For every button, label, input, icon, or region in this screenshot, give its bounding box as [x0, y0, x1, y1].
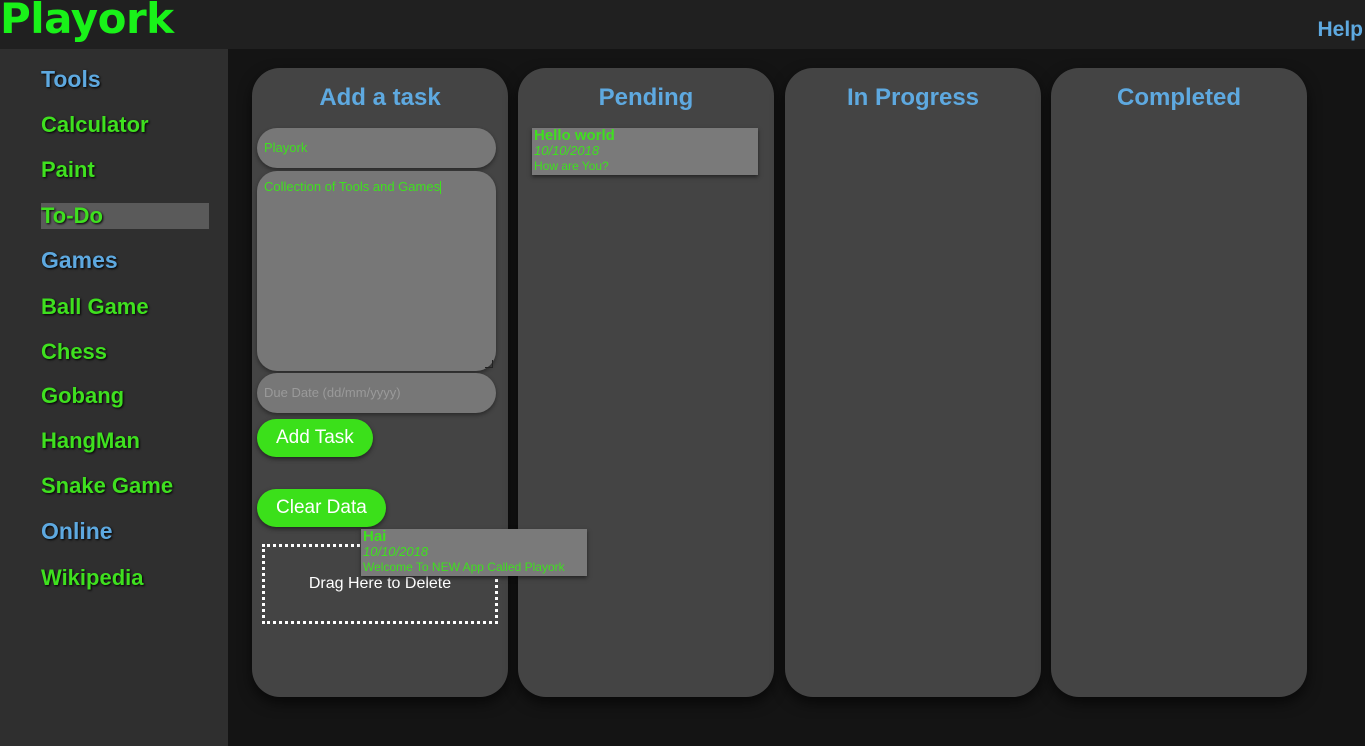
completed-column[interactable]: Completed	[1051, 68, 1307, 697]
app-logo[interactable]: Playork	[0, 0, 174, 43]
add-task-column: Add a task Playork Collection of Tools a…	[252, 68, 508, 697]
add-task-title: Add a task	[319, 84, 441, 111]
sidebar-item-snake-game[interactable]: Snake Game	[41, 473, 173, 499]
task-description-text: Collection of Tools and Games	[264, 179, 441, 194]
sidebar-item-wikipedia[interactable]: Wikipedia	[41, 565, 144, 591]
sidebar-section-games[interactable]: Games	[41, 247, 118, 274]
sidebar-item-paint[interactable]: Paint	[41, 157, 95, 183]
sidebar-item-todo[interactable]: To-Do	[41, 203, 209, 229]
in-progress-title: In Progress	[846, 84, 980, 111]
text-caret	[440, 181, 442, 195]
task-description-textarea[interactable]: Collection of Tools and Games	[257, 171, 496, 371]
task-card-description: Welcome To NEW App Called Playork	[363, 560, 565, 574]
sidebar-item-calculator[interactable]: Calculator	[41, 112, 149, 138]
sidebar-item-hangman[interactable]: HangMan	[41, 428, 140, 454]
task-card-title: Hello world	[534, 128, 615, 144]
sidebar-section-tools[interactable]: Tools	[41, 66, 101, 93]
pending-title: Pending	[598, 84, 694, 111]
clear-data-button[interactable]: Clear Data	[257, 489, 386, 527]
task-card-title: Hai	[363, 529, 387, 545]
completed-title: Completed	[1116, 84, 1241, 111]
task-title-input[interactable]: Playork	[257, 128, 496, 168]
sidebar-item-chess[interactable]: Chess	[41, 339, 107, 365]
due-date-input[interactable]: Due Date (dd/mm/yyyy)	[257, 373, 496, 413]
board: Add a task Playork Collection of Tools a…	[228, 49, 1365, 746]
pending-column[interactable]: Pending Hello world 10/10/2018 How are Y…	[518, 68, 774, 697]
task-card-date: 10/10/2018	[363, 544, 429, 559]
help-link[interactable]: Help	[1317, 18, 1363, 42]
sidebar-section-online[interactable]: Online	[41, 518, 113, 545]
task-card-date: 10/10/2018	[534, 143, 600, 158]
task-card[interactable]: Hello world 10/10/2018 How are You?	[532, 128, 758, 175]
sidebar-item-ball-game[interactable]: Ball Game	[41, 294, 149, 320]
in-progress-column[interactable]: In Progress	[785, 68, 1041, 697]
sidebar: Tools Calculator Paint To-Do Games Ball …	[0, 49, 228, 746]
add-task-button[interactable]: Add Task	[257, 419, 373, 457]
resize-handle-icon[interactable]	[485, 360, 493, 368]
task-card-description: How are You?	[534, 159, 609, 173]
dragging-task-card[interactable]: Hai 10/10/2018 Welcome To NEW App Called…	[361, 529, 587, 576]
top-bar: Playork Help	[0, 0, 1365, 49]
sidebar-item-gobang[interactable]: Gobang	[41, 383, 124, 409]
